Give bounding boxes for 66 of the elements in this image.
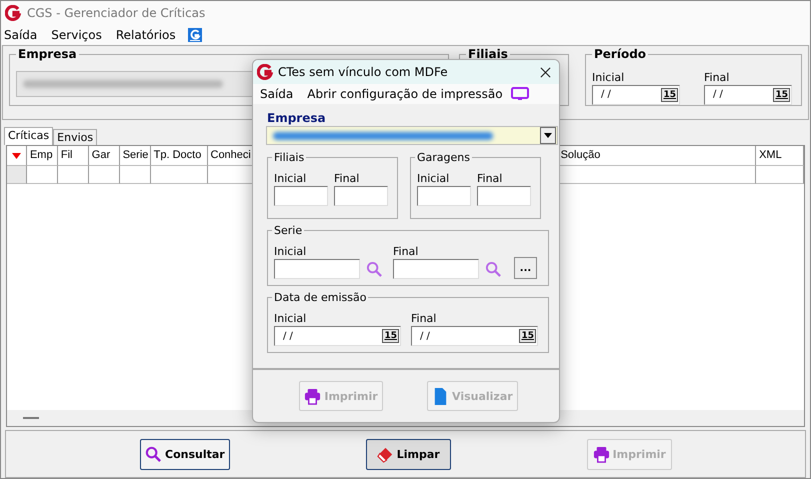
column-header[interactable]: Emp: [26, 146, 58, 166]
menu-item[interactable]: Serviços: [51, 28, 102, 42]
table-cell: [26, 166, 58, 184]
search-icon: [145, 446, 162, 463]
field-label: Inicial: [274, 245, 308, 259]
field-label: Final: [704, 70, 730, 85]
menu-item[interactable]: Relatórios: [116, 28, 176, 42]
date-field[interactable]: / / 15: [274, 326, 401, 346]
calendar-button[interactable]: 15: [382, 329, 399, 343]
eraser-icon: [376, 446, 394, 463]
tab[interactable]: Envios: [53, 129, 98, 146]
input-field[interactable]: [393, 259, 479, 279]
action-button[interactable]: Consultar: [140, 438, 230, 470]
column-header[interactable]: XML: [756, 146, 804, 166]
field-label: Inicial: [274, 172, 308, 186]
printer-icon: [304, 388, 322, 404]
field-label: Final: [477, 172, 504, 186]
app-logo-icon[interactable]: [188, 28, 202, 42]
window-title: CGS - Gerenciador de Críticas: [27, 6, 206, 20]
calendar-button[interactable]: 15: [519, 329, 536, 343]
table-cell: [120, 166, 151, 184]
input-field[interactable]: [477, 186, 531, 206]
field-label: Inicial: [592, 70, 626, 85]
date-field[interactable]: / / 15: [704, 84, 792, 105]
table-cell: [88, 166, 120, 184]
menu-item[interactable]: Abrir configuração de impressão: [307, 87, 503, 101]
field-label: Final: [334, 172, 360, 186]
dialog-title: CTes sem vínculo com MDFe: [278, 65, 449, 79]
column-header[interactable]: Fil: [58, 146, 89, 166]
tab[interactable]: Críticas: [4, 127, 54, 146]
group-label: Período: [592, 46, 648, 61]
field-label: Inicial: [274, 312, 308, 326]
app-logo-icon: [257, 64, 273, 80]
row-selector[interactable]: [7, 166, 27, 184]
group-label: Garagens: [415, 151, 472, 165]
search-icon[interactable]: [485, 260, 502, 278]
field-label: Empresa: [267, 110, 327, 126]
menu-item[interactable]: Saída: [260, 87, 294, 101]
monitor-icon[interactable]: [510, 87, 529, 101]
more-button[interactable]: ...: [514, 257, 537, 279]
action-button[interactable]: Limpar: [366, 438, 451, 470]
search-icon[interactable]: [366, 260, 383, 278]
date-field[interactable]: / / 15: [411, 326, 538, 346]
field-label: Final: [393, 245, 420, 259]
input-field[interactable]: [274, 259, 360, 279]
input-field[interactable]: [334, 186, 388, 206]
group-label: Empresa: [16, 46, 79, 61]
close-icon[interactable]: [540, 66, 551, 78]
table-cell: [756, 166, 804, 184]
date-field[interactable]: / / 15: [592, 84, 680, 105]
field-label: Final: [411, 312, 438, 326]
field-label: Inicial: [417, 172, 450, 186]
column-header[interactable]: Solução: [558, 146, 756, 166]
input-field[interactable]: [417, 186, 471, 206]
document-icon: [432, 388, 449, 404]
calendar-button[interactable]: 15: [661, 88, 678, 102]
app-logo-icon: [5, 5, 21, 22]
column-header[interactable]: Tp. Docto: [150, 146, 208, 166]
table-cell: [58, 166, 89, 184]
column-header[interactable]: Serie: [120, 146, 151, 166]
menu-item[interactable]: Saída: [4, 28, 38, 42]
printer-icon: [592, 446, 610, 463]
group-label: Filiais: [466, 46, 510, 61]
column-header[interactable]: Gar: [88, 146, 120, 166]
input-field[interactable]: [274, 186, 328, 206]
calendar-button[interactable]: 15: [773, 88, 790, 102]
